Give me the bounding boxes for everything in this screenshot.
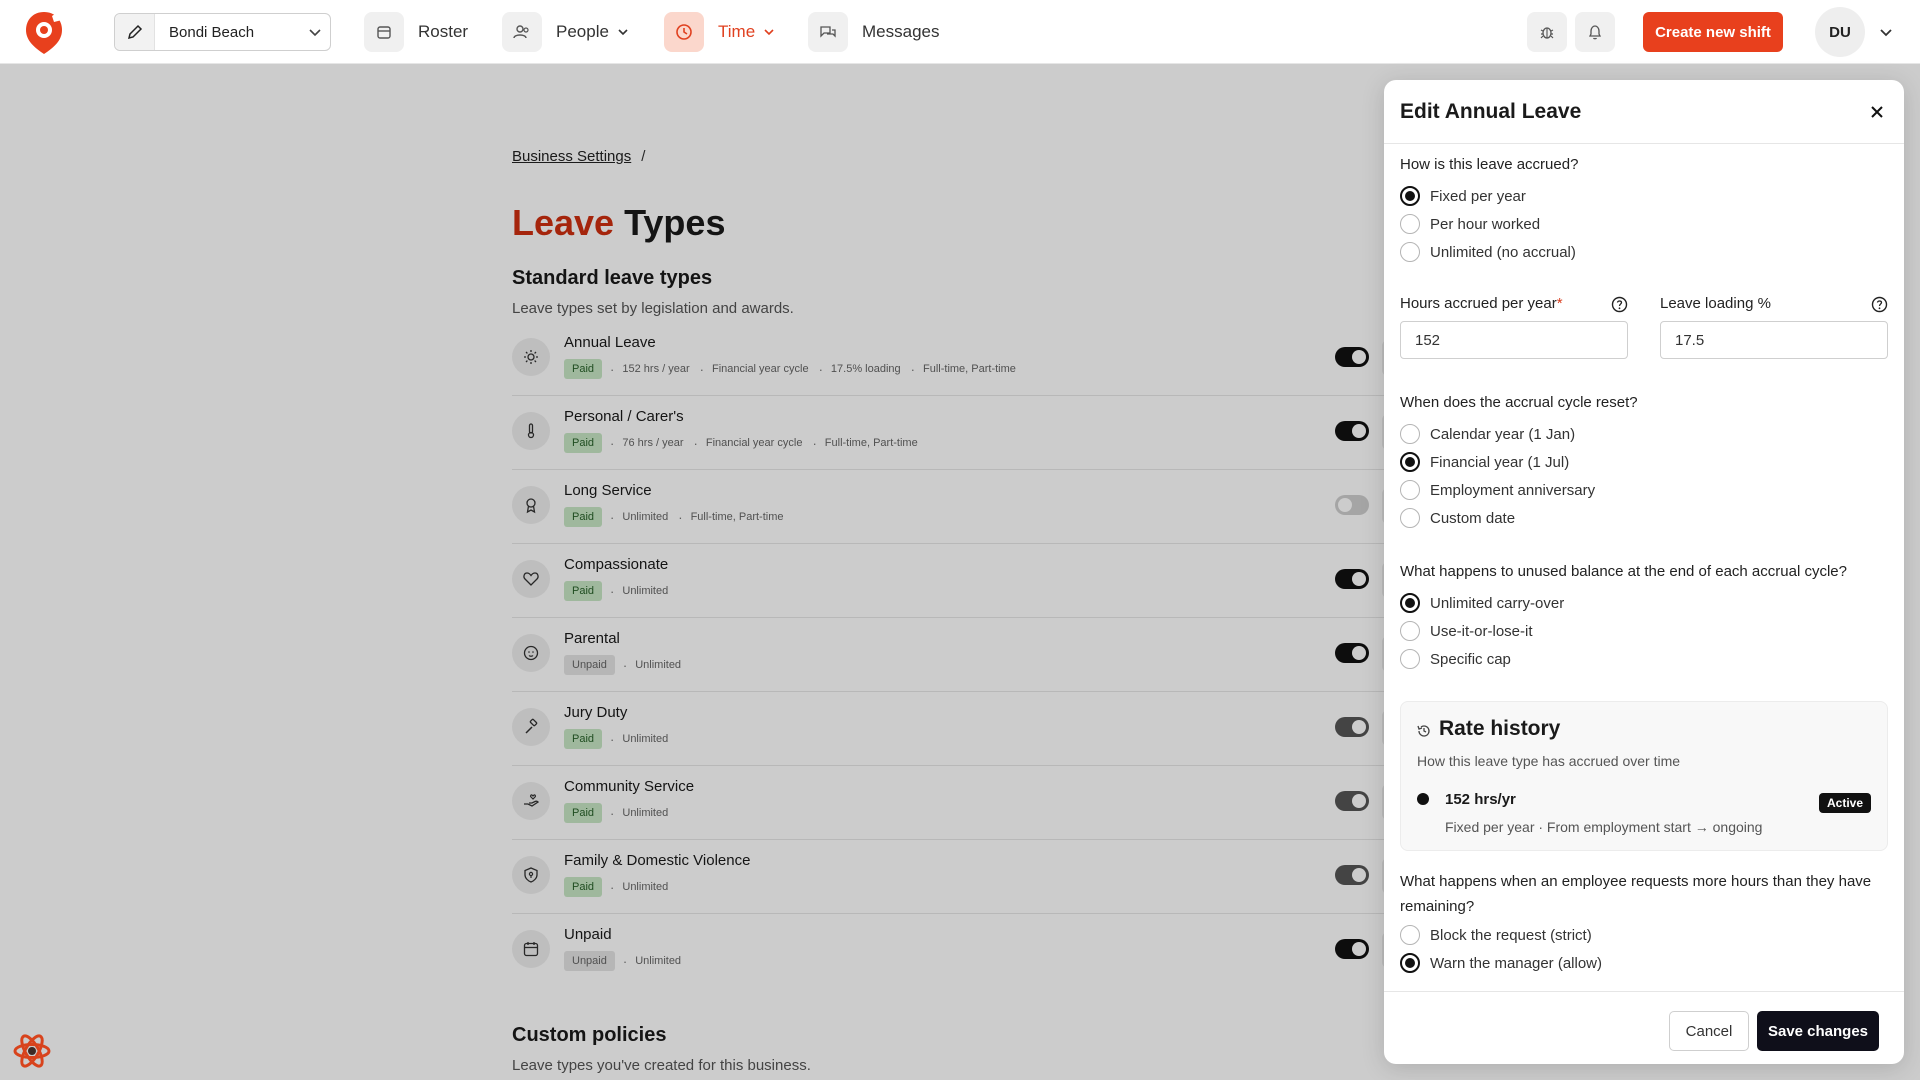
leave-loading-label: Leave loading % [1660, 295, 1771, 312]
accrual-option-radio[interactable]: Per hour worked [1400, 212, 1540, 236]
active-badge: Active [1819, 793, 1872, 813]
radio-label: Unlimited (no accrual) [1430, 243, 1576, 261]
radio-circle[interactable] [1400, 621, 1420, 641]
radio-label: Unlimited carry-over [1430, 594, 1565, 612]
radio-circle[interactable] [1400, 452, 1420, 472]
timeline-dot [1417, 793, 1429, 805]
hours-accrued-label: Hours accrued per year* [1400, 295, 1563, 312]
required-mark: * [1556, 295, 1563, 312]
rate-history-entry-detail: Fixed per year · From employment start →… [1445, 819, 1763, 835]
unused-option-radio[interactable]: Use-it-or-lose-it [1400, 619, 1533, 643]
react-devtools-icon[interactable] [11, 1030, 53, 1072]
leave-loading-input[interactable]: 17.5 [1660, 321, 1888, 359]
radio-circle[interactable] [1400, 953, 1420, 973]
avatar[interactable]: DU [1815, 7, 1865, 57]
rate-history-subtitle: How this leave type has accrued over tim… [1417, 753, 1681, 769]
chevron-down-icon[interactable] [1878, 24, 1894, 40]
radio-label: Fixed per year [1430, 187, 1526, 205]
nav-roster-label: Roster [418, 22, 469, 41]
rate-history-entry-value: 152 hrs/yr [1445, 791, 1516, 808]
overdraw-option-radio[interactable]: Block the request (strict) [1400, 923, 1592, 947]
unused-balance-question: What happens to unused balance at the en… [1400, 563, 1847, 580]
radio-circle[interactable] [1400, 214, 1420, 234]
reset-option-radio[interactable]: Financial year (1 Jul) [1400, 450, 1569, 474]
location-name: Bondi Beach [169, 23, 255, 41]
help-circle-icon[interactable] [1611, 296, 1628, 313]
radio-label: Financial year (1 Jul) [1430, 453, 1570, 471]
close-icon[interactable] [1867, 102, 1887, 122]
radio-label: Block the request (strict) [1430, 926, 1592, 944]
drawer-footer: Cancel Save changes [1384, 991, 1904, 1064]
bell-icon [1588, 25, 1602, 40]
radio-circle[interactable] [1400, 593, 1420, 613]
chevron-down-icon [300, 25, 330, 39]
radio-label: Warn the manager (allow) [1430, 954, 1603, 972]
radio-circle[interactable] [1400, 480, 1420, 500]
bug-report-button[interactable] [1527, 12, 1567, 52]
radio-circle[interactable] [1400, 508, 1420, 528]
hours-accrued-label-text: Hours accrued per year [1400, 295, 1557, 312]
edit-pencil-icon[interactable] [115, 14, 155, 50]
radio-circle[interactable] [1400, 649, 1420, 669]
nav-messages[interactable]: Messages [808, 12, 939, 52]
overdraw-question: What happens when an employee requests m… [1400, 873, 1872, 915]
drawer-title: Edit Annual Leave [1400, 100, 1582, 123]
notifications-button[interactable] [1575, 12, 1615, 52]
overdraw-option-radio[interactable]: Warn the manager (allow) [1400, 951, 1602, 975]
nav-people[interactable]: People [502, 12, 629, 52]
nav-people-label: People [556, 22, 609, 41]
nav-messages-label: Messages [862, 22, 940, 41]
accrual-question: How is this leave accrued? [1400, 156, 1579, 173]
nav-roster[interactable]: Roster [364, 12, 468, 52]
chat-bubbles-icon [808, 12, 848, 52]
save-changes-button[interactable]: Save changes [1757, 1011, 1879, 1051]
nav-time[interactable]: Time [664, 12, 775, 52]
app-logo[interactable] [22, 8, 66, 56]
reset-option-radio[interactable]: Custom date [1400, 506, 1515, 530]
radio-circle[interactable] [1400, 424, 1420, 444]
radio-label: Calendar year (1 Jan) [1430, 425, 1576, 443]
radio-label: Employment anniversary [1430, 481, 1596, 499]
reset-option-radio[interactable]: Calendar year (1 Jan) [1400, 422, 1575, 446]
hours-accrued-input[interactable]: 152 [1400, 321, 1628, 359]
chevron-down-icon [764, 29, 774, 36]
unused-option-radio[interactable]: Unlimited carry-over [1400, 591, 1564, 615]
people-icon [502, 12, 542, 52]
chevron-down-icon [618, 29, 628, 36]
cancel-button[interactable]: Cancel [1669, 1011, 1749, 1051]
location-selector[interactable]: Bondi Beach [114, 13, 331, 51]
radio-label: Specific cap [1430, 650, 1511, 668]
accrual-option-radio[interactable]: Fixed per year [1400, 184, 1526, 208]
calendar-icon [364, 12, 404, 52]
radio-circle[interactable] [1400, 242, 1420, 262]
radio-circle[interactable] [1400, 925, 1420, 945]
bug-icon [1540, 27, 1554, 39]
radio-label: Use-it-or-lose-it [1430, 622, 1533, 640]
top-navigation-bar: Bondi Beach Roster People Time Messages [0, 0, 1920, 64]
rate-history-card: Rate history How this leave type has acc… [1400, 701, 1888, 851]
edit-annual-leave-drawer: Edit Annual Leave How is this leave accr… [1384, 80, 1904, 1064]
reset-option-radio[interactable]: Employment anniversary [1400, 478, 1595, 502]
reset-question: When does the accrual cycle reset? [1400, 394, 1638, 411]
help-circle-icon[interactable] [1871, 296, 1888, 313]
radio-circle[interactable] [1400, 186, 1420, 206]
nav-time-label: Time [718, 22, 756, 41]
unused-option-radio[interactable]: Specific cap [1400, 647, 1511, 671]
radio-label: Per hour worked [1430, 215, 1541, 233]
accrual-option-radio[interactable]: Unlimited (no accrual) [1400, 240, 1576, 264]
create-new-shift-button[interactable]: Create new shift [1643, 12, 1783, 52]
rate-history-title: Rate history [1439, 717, 1561, 740]
drawer-header: Edit Annual Leave [1384, 80, 1904, 144]
history-icon [1417, 725, 1430, 737]
clock-icon [664, 12, 704, 52]
radio-label: Custom date [1430, 509, 1516, 527]
